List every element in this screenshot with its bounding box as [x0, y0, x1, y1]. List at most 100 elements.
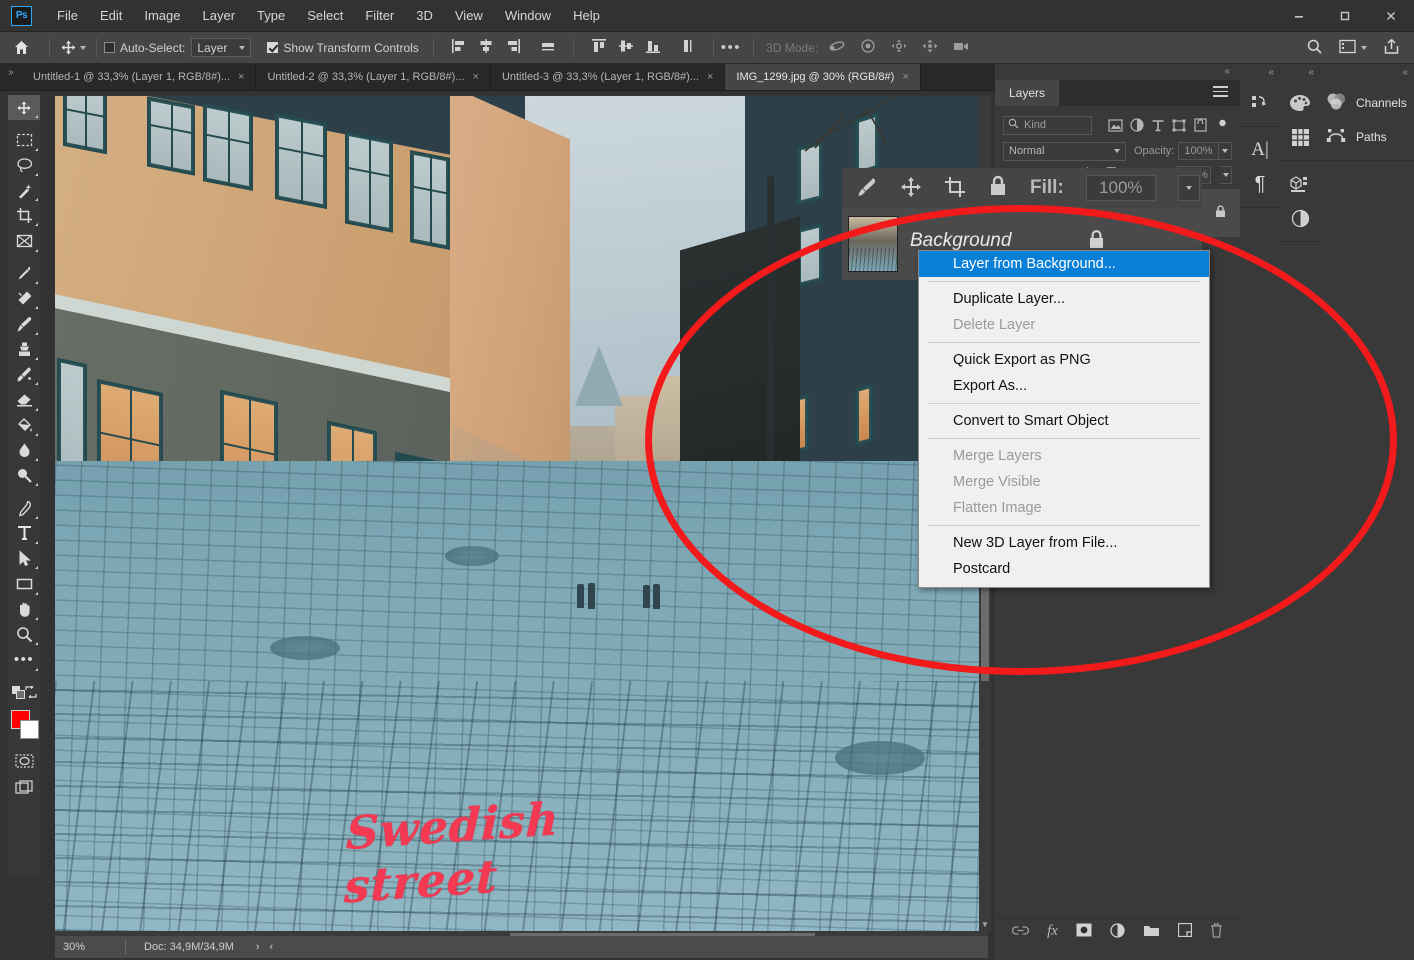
context-menu-item-layer-from-background[interactable]: Layer from Background... [919, 251, 1209, 277]
fill-chevron-icon[interactable] [1220, 166, 1232, 184]
swatches-icon[interactable] [1280, 120, 1320, 154]
maximize-button[interactable] [1322, 0, 1368, 32]
context-menu-item-export-as[interactable]: Export As... [919, 373, 1209, 399]
3d-icon[interactable] [1280, 167, 1320, 201]
history-brush-tool[interactable] [8, 362, 40, 387]
menu-filter[interactable]: Filter [354, 0, 405, 32]
dodge-tool[interactable] [8, 463, 40, 488]
align-bottom-edges-icon[interactable] [645, 38, 661, 57]
distribute-horizontally-icon[interactable] [540, 38, 556, 57]
history-icon[interactable] [1240, 86, 1280, 120]
document-tab-untitled-1[interactable]: Untitled-1 @ 33,3% (Layer 1, RGB/8#)... … [22, 64, 257, 90]
more-options-icon[interactable]: ••• [721, 40, 741, 55]
magnified-fill-value[interactable]: 100% [1085, 175, 1156, 201]
lock-icon[interactable] [1215, 205, 1226, 221]
context-menu-item-new-3d-layer-from-file[interactable]: New 3D Layer from File... [919, 530, 1209, 556]
filter-adjustment-icon[interactable] [1126, 118, 1147, 132]
lasso-tool[interactable] [8, 153, 40, 178]
magnified-layer-thumbnail[interactable] [848, 216, 898, 272]
filter-smart-object-icon[interactable] [1190, 118, 1211, 132]
quick-mask-icon[interactable] [8, 749, 40, 774]
align-top-edges-icon[interactable] [591, 38, 607, 57]
tab-layers[interactable]: Layers [995, 80, 1060, 106]
layer-context-menu[interactable]: Layer from Background... Duplicate Layer… [918, 250, 1210, 588]
brush-icon[interactable] [856, 176, 878, 201]
show-transform-controls-checkbox[interactable] [267, 42, 279, 53]
orbit-3d-icon[interactable] [828, 38, 846, 57]
align-horizontal-centers-icon[interactable] [478, 38, 494, 57]
opacity-value[interactable]: 100% [1178, 142, 1219, 160]
dock-collapse-icon[interactable]: « [1240, 64, 1280, 80]
canvas-scroll-down-button[interactable]: ▼ [979, 917, 991, 931]
status-prev-icon[interactable]: ‹ [270, 941, 274, 953]
align-left-edges-icon[interactable] [451, 38, 467, 57]
close-icon[interactable]: × [707, 71, 713, 83]
link-layers-icon[interactable] [1011, 925, 1030, 939]
context-menu-item-quick-export-as-png[interactable]: Quick Export as PNG [919, 347, 1209, 373]
scrollbar-thumb[interactable] [981, 586, 989, 681]
background-color-swatch[interactable] [20, 719, 39, 739]
adjustment-layer-icon[interactable] [1110, 922, 1125, 941]
move-tool-icon[interactable] [57, 39, 89, 56]
dock-collapse-icon[interactable]: « [1280, 64, 1320, 80]
dock-item-channels[interactable]: Channels [1320, 86, 1414, 120]
pan-3d-icon[interactable] [890, 38, 908, 57]
minimize-button[interactable] [1276, 0, 1322, 32]
camera-3d-icon[interactable] [952, 38, 972, 57]
type-tool[interactable] [8, 521, 40, 546]
align-vertical-centers-icon[interactable] [618, 38, 634, 57]
filter-shape-icon[interactable] [1169, 119, 1190, 132]
adjustments-icon[interactable] [1280, 201, 1320, 235]
close-icon[interactable]: × [238, 71, 244, 83]
blend-mode-dropdown[interactable]: Normal [1003, 141, 1126, 161]
brush-tool[interactable] [8, 311, 40, 336]
magnified-layer-name[interactable]: Background [910, 230, 1011, 252]
menu-help[interactable]: Help [562, 0, 611, 32]
blur-tool[interactable] [8, 438, 40, 463]
context-menu-item-duplicate-layer[interactable]: Duplicate Layer... [919, 286, 1209, 312]
layer-style-icon[interactable]: fx [1047, 923, 1058, 940]
delete-layer-icon[interactable] [1210, 922, 1223, 941]
zoom-level[interactable]: 30% [55, 941, 125, 953]
lock-icon[interactable] [988, 175, 1008, 201]
filter-toggle-icon[interactable] [1211, 119, 1232, 132]
menu-3d[interactable]: 3D [405, 0, 444, 32]
swap-colors-icon[interactable] [25, 686, 37, 699]
auto-select-checkbox[interactable] [104, 42, 115, 53]
workspace-icon[interactable] [1339, 39, 1356, 57]
document-tab-untitled-3[interactable]: Untitled-3 @ 33,3% (Layer 1, RGB/8#)... … [490, 64, 726, 90]
rectangle-tool[interactable] [8, 571, 40, 596]
dock-collapse-icon[interactable]: « [1320, 64, 1414, 80]
home-icon[interactable] [0, 39, 42, 56]
menu-view[interactable]: View [444, 0, 494, 32]
crop-tool[interactable] [8, 203, 40, 228]
document-tab-img-1299[interactable]: IMG_1299.jpg @ 30% (RGB/8#) × [725, 64, 921, 90]
dock-item-paths[interactable]: Paths [1320, 120, 1414, 154]
distribute-vertically-icon[interactable] [680, 38, 696, 57]
edit-toolbar-tool[interactable]: ••• [8, 647, 40, 672]
context-menu-item-postcard[interactable]: Postcard [919, 556, 1209, 582]
color-icon[interactable] [1280, 86, 1320, 120]
paragraph-icon[interactable]: ¶ [1240, 167, 1280, 201]
paint-bucket-tool[interactable] [8, 413, 40, 438]
new-group-icon[interactable] [1143, 924, 1160, 940]
close-icon[interactable]: × [473, 71, 479, 83]
menu-type[interactable]: Type [246, 0, 296, 32]
eyedropper-tool[interactable] [8, 261, 40, 286]
menu-image[interactable]: Image [133, 0, 191, 32]
slide-3d-icon[interactable] [921, 38, 939, 57]
share-icon[interactable] [1383, 38, 1400, 58]
filter-type-icon[interactable] [1147, 119, 1168, 132]
status-next-icon[interactable]: › [256, 941, 260, 953]
layer-mask-icon[interactable] [1076, 923, 1092, 940]
menu-edit[interactable]: Edit [89, 0, 133, 32]
document-tab-untitled-2[interactable]: Untitled-2 @ 33,3% (Layer 1, RGB/8#)... … [256, 64, 491, 90]
menu-layer[interactable]: Layer [192, 0, 247, 32]
tabbar-collapse-icon[interactable]: » [0, 64, 22, 90]
roll-3d-icon[interactable] [859, 38, 877, 57]
rectangular-marquee-tool[interactable] [8, 127, 40, 152]
align-right-edges-icon[interactable] [505, 38, 521, 57]
new-layer-icon[interactable] [1177, 922, 1193, 940]
character-icon[interactable]: A| [1240, 133, 1280, 167]
panel-menu-icon[interactable] [1213, 86, 1228, 100]
